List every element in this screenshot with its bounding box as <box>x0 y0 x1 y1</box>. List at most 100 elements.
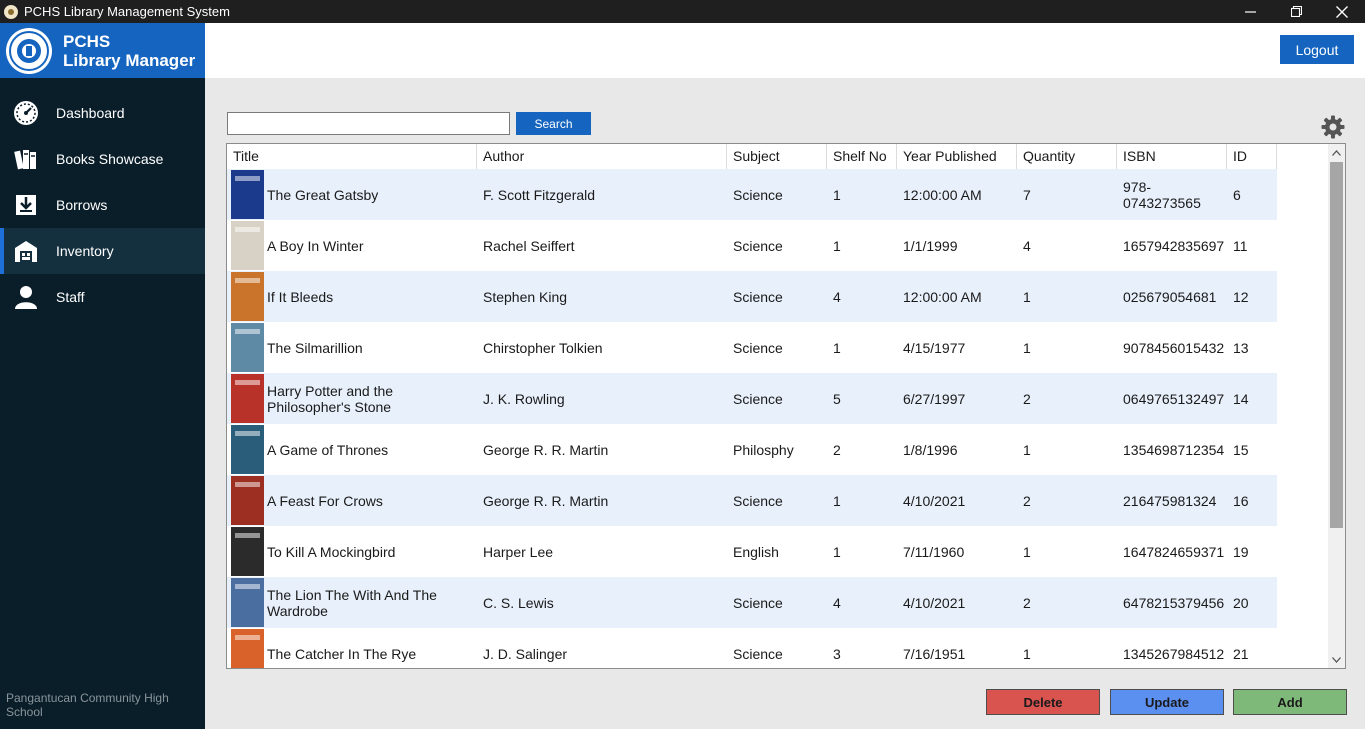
book-cover <box>231 629 264 668</box>
subject-cell: Science <box>733 594 783 611</box>
column-header-shelf[interactable]: Shelf No <box>827 144 897 169</box>
table-header: Title Author Subject Shelf No Year Publi… <box>227 144 1277 169</box>
table-row[interactable]: A Feast For Crows George R. R. Martin Sc… <box>227 475 1277 526</box>
school-logo <box>6 27 52 74</box>
close-window-button[interactable] <box>1319 0 1365 23</box>
nav-item-staff[interactable]: Staff <box>0 274 205 320</box>
vertical-scrollbar[interactable] <box>1328 144 1345 668</box>
id-cell: 19 <box>1233 543 1249 560</box>
delete-button[interactable]: Delete <box>986 689 1100 715</box>
subject-cell: Science <box>733 186 783 203</box>
isbn-cell: 1345267984512 <box>1123 645 1225 662</box>
table-row[interactable]: If It Bleeds Stephen King Science 4 12:0… <box>227 271 1277 322</box>
borrow-icon <box>12 191 40 219</box>
author-cell: George R. R. Martin <box>483 441 609 458</box>
year-cell: 4/15/1977 <box>903 339 966 356</box>
quantity-cell: 2 <box>1023 594 1031 611</box>
app-icon <box>4 4 18 19</box>
title-cell: If It Bleeds <box>227 272 477 321</box>
author-cell: F. Scott Fitzgerald <box>483 186 596 203</box>
table-row[interactable]: The Lion The With And The Wardrobe C. S.… <box>227 577 1277 628</box>
sidebar: PCHS Library Manager Dashboard Books Sho… <box>0 23 205 729</box>
table-row[interactable]: The Silmarillion Chirstopher Tolkien Sci… <box>227 322 1277 373</box>
nav-label: Books Showcase <box>56 151 164 167</box>
books-icon <box>12 145 40 173</box>
nav-item-inventory[interactable]: Inventory <box>0 228 205 274</box>
column-header-subject[interactable]: Subject <box>727 144 827 169</box>
isbn-cell: 025679054681 <box>1123 288 1217 305</box>
title-cell: The Catcher In The Rye <box>227 629 477 668</box>
shelf-cell: 5 <box>833 390 841 407</box>
subject-cell: Science <box>733 390 783 407</box>
year-cell: 12:00:00 AM <box>903 288 982 305</box>
book-cover <box>231 527 264 576</box>
column-header-quantity[interactable]: Quantity <box>1017 144 1117 169</box>
id-cell: 20 <box>1233 594 1249 611</box>
year-cell: 7/11/1960 <box>903 543 965 560</box>
scrollbar-thumb[interactable] <box>1330 162 1343 528</box>
id-cell: 15 <box>1233 441 1249 458</box>
restore-button[interactable] <box>1273 0 1319 23</box>
year-cell: 6/27/1997 <box>903 390 966 407</box>
year-cell: 4/10/2021 <box>903 492 966 509</box>
table-row[interactable]: A Game of Thrones George R. R. Martin Ph… <box>227 424 1277 475</box>
minimize-icon <box>1244 11 1256 13</box>
year-cell: 4/10/2021 <box>903 594 966 611</box>
shelf-cell: 4 <box>833 594 841 611</box>
logout-button[interactable]: Logout <box>1280 35 1354 64</box>
id-cell: 12 <box>1233 288 1249 305</box>
chevron-up-icon <box>1332 149 1341 156</box>
column-header-id[interactable]: ID <box>1227 144 1277 169</box>
quantity-cell: 1 <box>1023 288 1031 305</box>
add-button[interactable]: Add <box>1233 689 1347 715</box>
chevron-down-icon <box>1332 656 1341 663</box>
settings-button[interactable] <box>1321 115 1345 139</box>
year-cell: 12:00:00 AM <box>903 186 982 203</box>
brand-line1: PCHS <box>63 31 111 51</box>
id-cell: 14 <box>1233 390 1249 407</box>
table-row[interactable]: The Catcher In The Rye J. D. Salinger Sc… <box>227 628 1277 668</box>
nav-item-books-showcase[interactable]: Books Showcase <box>0 136 205 182</box>
table-row[interactable]: The Great Gatsby F. Scott Fitzgerald Sci… <box>227 169 1277 220</box>
title-cell: A Game of Thrones <box>227 425 477 474</box>
title-cell: A Feast For Crows <box>227 476 477 525</box>
shelf-cell: 4 <box>833 288 841 305</box>
book-cover <box>231 221 264 270</box>
nav-item-borrows[interactable]: Borrows <box>0 182 205 228</box>
shelf-cell: 1 <box>833 543 841 560</box>
column-header-year[interactable]: Year Published <box>897 144 1017 169</box>
book-cover <box>231 578 264 627</box>
column-header-isbn[interactable]: ISBN <box>1117 144 1227 169</box>
book-title: The Lion The With And The Wardrobe <box>267 586 437 619</box>
book-title: The Silmarillion <box>267 339 363 356</box>
title-cell: Harry Potter and the Philosopher's Stone <box>227 374 477 423</box>
table-row[interactable]: A Boy In Winter Rachel Seiffert Science … <box>227 220 1277 271</box>
book-title: Harry Potter and the Philosopher's Stone <box>267 382 394 415</box>
book-title: A Feast For Crows <box>267 492 383 509</box>
minimize-button[interactable] <box>1227 0 1273 23</box>
book-title: The Catcher In The Rye <box>267 645 417 662</box>
table-row[interactable]: To Kill A Mockingbird Harper Lee English… <box>227 526 1277 577</box>
subject-cell: Science <box>733 492 783 509</box>
scroll-down-button[interactable] <box>1328 651 1345 668</box>
update-button[interactable]: Update <box>1110 689 1224 715</box>
search-input[interactable] <box>227 112 510 135</box>
nav-item-dashboard[interactable]: Dashboard <box>0 90 205 136</box>
close-icon <box>1336 5 1348 18</box>
isbn-cell: 9078456015432 <box>1123 339 1225 356</box>
column-header-title[interactable]: Title <box>227 144 477 169</box>
table-row[interactable]: Harry Potter and the Philosopher's Stone… <box>227 373 1277 424</box>
shelf-cell: 1 <box>833 186 841 203</box>
scroll-up-button[interactable] <box>1328 144 1345 161</box>
shelf-cell: 1 <box>833 339 841 356</box>
subject-cell: English <box>733 543 779 560</box>
shelf-cell: 1 <box>833 237 841 254</box>
shelf-cell: 3 <box>833 645 841 662</box>
year-cell: 7/16/1951 <box>903 645 966 662</box>
isbn-cell: 6478215379456 <box>1123 594 1225 611</box>
restore-icon <box>1290 6 1302 17</box>
search-button[interactable]: Search <box>516 112 591 135</box>
subject-cell: Science <box>733 339 783 356</box>
column-header-author[interactable]: Author <box>477 144 727 169</box>
quantity-cell: 1 <box>1023 441 1031 458</box>
